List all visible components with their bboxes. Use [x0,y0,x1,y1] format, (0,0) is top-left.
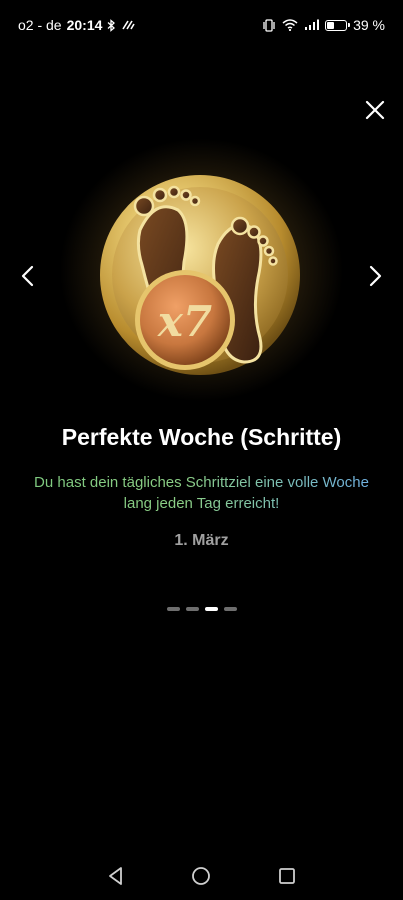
battery-level [327,21,335,29]
carrier-label: o2 - de [18,17,62,33]
next-arrow-icon[interactable] [361,262,389,290]
previous-arrow-icon[interactable] [14,262,42,290]
status-bar: o2 - de 20:14 39 % [0,0,403,50]
footprints-medal-icon: x7 [100,175,300,375]
battery-icon [325,19,351,31]
pager-dot [204,607,218,611]
bluetooth-icon [107,18,116,32]
status-right: 39 % [262,17,385,33]
back-icon[interactable] [104,864,128,888]
system-navigation-bar [0,852,403,900]
pager-indicator [0,607,403,611]
pager-dot [166,607,180,611]
wifi-icon [282,19,298,31]
pager-dot [185,607,199,611]
battery-percent: 39 % [353,17,385,33]
achievement-description: Du hast dein tägliches Schrittziel eine … [24,472,379,514]
pager-dot [223,607,237,611]
achievement-title: Perfekte Woche (Schritte) [61,424,342,450]
achievement-date: 1. März [174,532,229,549]
vibrate-icon [263,18,275,32]
status-left: o2 - de 20:14 [18,17,136,33]
home-icon[interactable] [189,864,213,888]
signal-icon [305,19,320,30]
badge-multiplier: x7 [157,297,212,346]
nfc-icon [122,20,136,30]
recents-icon[interactable] [275,864,299,888]
clock: 20:14 [66,17,103,33]
close-icon[interactable] [361,96,389,124]
